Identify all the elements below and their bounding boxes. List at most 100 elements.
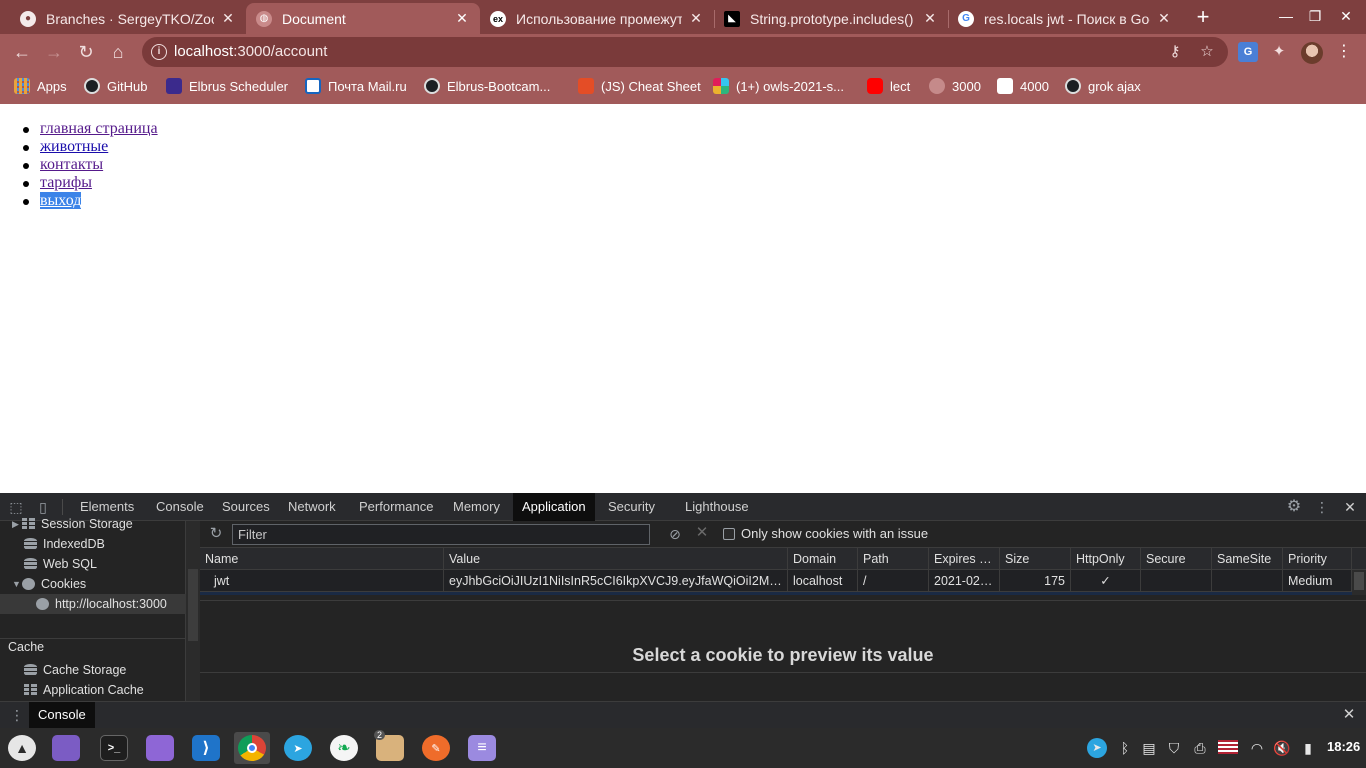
tab-lighthouse[interactable]: Lighthouse bbox=[676, 493, 758, 521]
taskbar-app-postman[interactable]: ✎ bbox=[418, 732, 454, 764]
column-header-priority[interactable]: Priority bbox=[1283, 548, 1352, 570]
drawer-tab-console[interactable]: Console bbox=[29, 702, 95, 728]
column-header-httponly[interactable]: HttpOnly bbox=[1071, 548, 1141, 570]
sidebar-item-cookies[interactable]: ▼ Cookies bbox=[12, 574, 86, 594]
avatar[interactable] bbox=[1301, 42, 1323, 64]
sidebar-item-session-storage[interactable]: ▶ Session Storage bbox=[12, 514, 133, 534]
close-icon[interactable]: ✕ bbox=[922, 10, 938, 27]
table-row[interactable]: jwt eyJhbGciOiJIUzI1NiIsInR5cCI6IkpXVCJ9… bbox=[200, 570, 1366, 592]
table-scrollbar[interactable] bbox=[1352, 570, 1366, 595]
bookmark-github[interactable]: GitHub bbox=[84, 76, 147, 96]
taskbar-app-mongodb[interactable]: ❧ bbox=[326, 732, 362, 764]
bookmark-4000[interactable]: 4000 bbox=[997, 76, 1049, 96]
close-icon[interactable]: ✕ bbox=[1342, 499, 1358, 515]
forward-button[interactable]: → bbox=[43, 41, 65, 63]
taskbar-app-folder[interactable] bbox=[142, 732, 178, 764]
sidebar-item-indexeddb[interactable]: IndexedDB bbox=[24, 534, 105, 554]
close-window-button[interactable]: ✕ bbox=[1336, 6, 1356, 26]
bookmark-elbrus-bootcamp[interactable]: Elbrus-Bootcam... bbox=[424, 76, 550, 96]
taskbar-app-terminal[interactable]: >_ bbox=[96, 732, 132, 764]
sidebar-item-cookie-origin[interactable]: http://localhost:3000 bbox=[0, 594, 186, 614]
column-header-name[interactable]: Name bbox=[200, 548, 444, 570]
tab-memory[interactable]: Memory bbox=[444, 493, 509, 521]
inspect-element-icon[interactable]: ⬚ bbox=[8, 499, 24, 515]
link-contacts[interactable]: контакты bbox=[40, 156, 103, 173]
bookmark-elbrus-scheduler[interactable]: Elbrus Scheduler bbox=[166, 76, 288, 96]
tab-document[interactable]: ◍ Document ✕ bbox=[246, 3, 480, 34]
maximize-button[interactable]: ❐ bbox=[1305, 6, 1325, 26]
site-info-icon[interactable]: i bbox=[151, 44, 167, 60]
gear-icon[interactable]: ⚙ bbox=[1286, 499, 1302, 515]
printer-icon[interactable]: ⎙ bbox=[1190, 738, 1210, 758]
close-icon[interactable]: ✕ bbox=[688, 10, 704, 27]
sidebar-item-application-cache[interactable]: Application Cache bbox=[24, 680, 144, 700]
taskbar-app-archive[interactable]: 2 bbox=[372, 730, 408, 764]
tab-application[interactable]: Application bbox=[513, 493, 595, 521]
collapse-arrow-icon[interactable]: ▼ bbox=[12, 579, 22, 589]
device-toolbar-icon[interactable]: ▯ bbox=[35, 499, 51, 515]
home-button[interactable]: ⌂ bbox=[107, 41, 129, 63]
close-icon[interactable]: ✕ bbox=[220, 10, 236, 27]
column-header-samesite[interactable]: SameSite bbox=[1212, 548, 1283, 570]
telegram-tray-icon[interactable]: ➤ bbox=[1087, 738, 1107, 758]
bookmark-mail-ru[interactable]: Почта Mail.ru bbox=[305, 76, 407, 96]
reload-button[interactable]: ↻ bbox=[75, 41, 97, 63]
launcher-button[interactable]: ▲ bbox=[4, 732, 40, 764]
table-row-empty[interactable] bbox=[200, 592, 1352, 595]
shield-icon[interactable]: ⛉ bbox=[1164, 738, 1184, 758]
column-header-secure[interactable]: Secure bbox=[1141, 548, 1212, 570]
column-header-value[interactable]: Value bbox=[444, 548, 788, 570]
column-header-expires[interactable]: Expires / ... bbox=[929, 548, 1000, 570]
sidebar-scrollbar[interactable] bbox=[186, 521, 200, 701]
filter-input[interactable] bbox=[232, 524, 650, 545]
column-header-size[interactable]: Size bbox=[1000, 548, 1071, 570]
tab-console[interactable]: Console bbox=[147, 493, 213, 521]
clear-all-icon[interactable]: ⊘ bbox=[667, 526, 683, 542]
link-logout[interactable]: выход bbox=[40, 192, 82, 209]
bookmark-grok-ajax[interactable]: grok ajax bbox=[1065, 76, 1141, 96]
tab-github-branches[interactable]: ● Branches · SergeyTKO/Zoo ✕ bbox=[10, 3, 246, 34]
new-tab-button[interactable]: + bbox=[1192, 6, 1214, 28]
more-options-icon[interactable]: ⋮ bbox=[1314, 499, 1330, 515]
bookmark-3000[interactable]: 3000 bbox=[929, 76, 981, 96]
keyboard-layout-flag-icon[interactable] bbox=[1218, 740, 1238, 754]
bookmark-apps[interactable]: Apps bbox=[14, 76, 67, 96]
google-translate-icon[interactable]: G bbox=[1238, 42, 1258, 62]
tab-sources[interactable]: Sources bbox=[213, 493, 279, 521]
sidebar-item-cache-storage[interactable]: Cache Storage bbox=[24, 660, 126, 680]
tab-performance[interactable]: Performance bbox=[350, 493, 442, 521]
issue-filter-checkbox[interactable] bbox=[723, 528, 735, 540]
taskbar-app-notes[interactable]: ≡ bbox=[464, 732, 500, 764]
bluetooth-icon[interactable]: ᛒ bbox=[1115, 738, 1135, 758]
clock[interactable]: 18:26 bbox=[1327, 739, 1360, 754]
taskbar-app-vscode[interactable]: ⟩ bbox=[188, 732, 224, 764]
taskbar-app-chrome[interactable] bbox=[234, 732, 270, 764]
delete-selected-icon[interactable]: ✕ bbox=[694, 525, 710, 541]
link-tariffs[interactable]: тарифы bbox=[40, 174, 92, 191]
tab-mdn-includes[interactable]: ◣ String.prototype.includes() - ✕ bbox=[714, 3, 948, 34]
extensions-puzzle-icon[interactable]: ✦ bbox=[1269, 42, 1289, 62]
battery-icon[interactable]: ▮ bbox=[1298, 738, 1318, 758]
drawer-menu-icon[interactable]: ⋮ bbox=[10, 707, 24, 723]
bookmark-lect[interactable]: lect bbox=[867, 76, 910, 96]
tab-network[interactable]: Network bbox=[279, 493, 345, 521]
address-bar[interactable]: i localhost:3000/account ⚷ ☆ bbox=[142, 37, 1228, 67]
clipboard-icon[interactable]: ▤ bbox=[1139, 738, 1159, 758]
close-icon[interactable]: ✕ bbox=[1341, 707, 1357, 723]
link-home[interactable]: главная страница bbox=[40, 120, 158, 137]
url-text[interactable]: localhost:3000/account bbox=[174, 43, 327, 60]
tab-google-search[interactable]: G res.locals jwt - Поиск в Goog ✕ bbox=[948, 3, 1182, 34]
bookmark-owls-slack[interactable]: (1+) owls-2021-s... bbox=[713, 76, 844, 96]
volume-muted-icon[interactable]: 🔇 bbox=[1272, 738, 1292, 758]
wifi-icon[interactable]: ◠ bbox=[1247, 738, 1267, 758]
taskbar-app-telegram[interactable]: ➤ bbox=[280, 732, 316, 764]
scrollbar-thumb[interactable] bbox=[1354, 572, 1364, 590]
star-icon[interactable]: ☆ bbox=[1198, 43, 1216, 61]
tab-express-middleware[interactable]: ex Использование промежуто ✕ bbox=[480, 3, 714, 34]
back-button[interactable]: ← bbox=[11, 41, 33, 63]
close-icon[interactable]: ✕ bbox=[454, 10, 470, 27]
bookmark-js-cheat-sheet[interactable]: (JS) Cheat Sheet bbox=[578, 76, 701, 96]
key-icon[interactable]: ⚷ bbox=[1166, 43, 1184, 61]
browser-menu-icon[interactable]: ⋮ bbox=[1336, 42, 1352, 62]
tab-security[interactable]: Security bbox=[599, 493, 664, 521]
